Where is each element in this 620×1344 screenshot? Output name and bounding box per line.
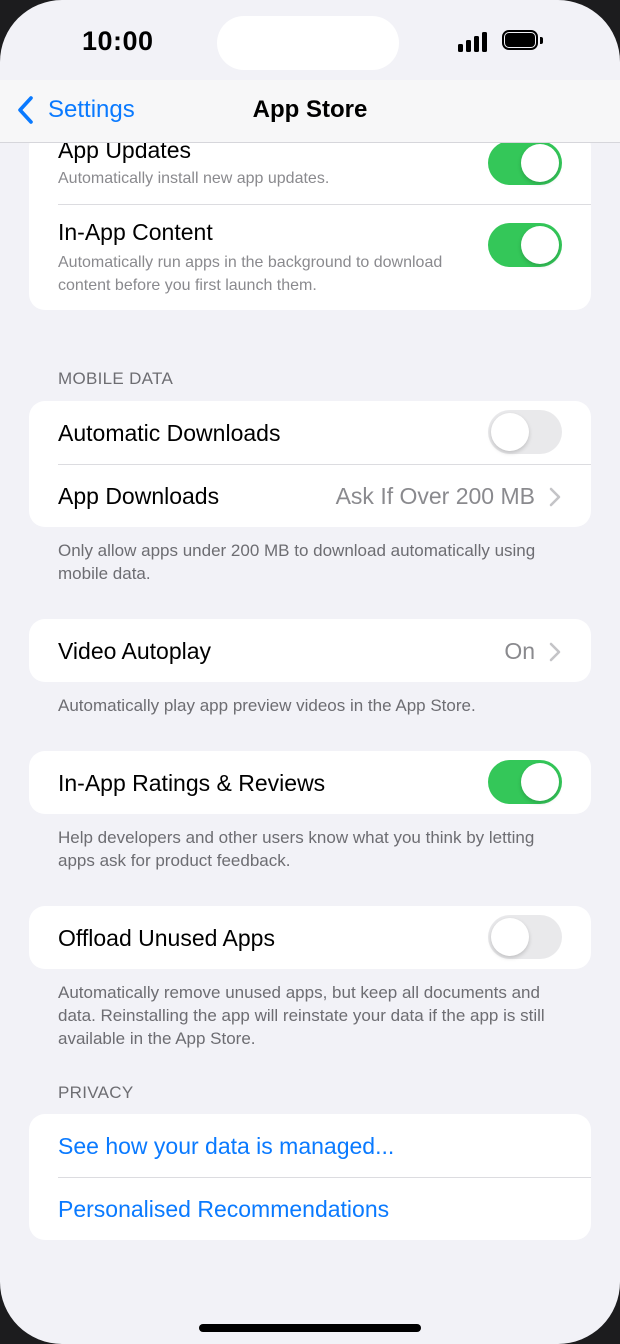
ratings-reviews-footer: Help developers and other users know wha… — [58, 828, 535, 870]
automatic-downloads-title: Automatic Downloads — [58, 420, 281, 446]
app-updates-row: App Updates Automatically install new ap… — [29, 143, 591, 193]
video-autoplay-row[interactable]: Video Autoplay On — [29, 619, 591, 682]
offload-footer: Automatically remove unused apps, but ke… — [58, 983, 545, 1048]
app-downloads-title: App Downloads — [58, 483, 220, 509]
video-autoplay-card: Video Autoplay On — [29, 619, 591, 682]
ratings-reviews-toggle[interactable] — [488, 760, 562, 804]
in-app-content-toggle[interactable] — [488, 223, 562, 267]
chevron-right-icon — [549, 487, 561, 507]
privacy-link-row[interactable]: See how your data is managed... — [29, 1114, 591, 1177]
video-autoplay-title: Video Autoplay — [58, 638, 212, 664]
page-title: App Store — [252, 96, 368, 123]
app-updates-toggle[interactable] — [488, 143, 562, 185]
mobile-data-card: Automatic Downloads App Downloads Ask If… — [29, 401, 591, 527]
ratings-reviews-card: In-App Ratings & Reviews — [29, 751, 591, 814]
automatic-downloads-card: App Updates Automatically install new ap… — [29, 143, 591, 310]
status-time: 10:00 — [82, 26, 154, 56]
chevron-right-icon — [549, 642, 561, 662]
offload-card: Offload Unused Apps — [29, 906, 591, 969]
automatic-downloads-row[interactable]: Automatic Downloads — [29, 401, 591, 464]
app-downloads-row[interactable]: App Downloads Ask If Over 200 MB — [29, 465, 591, 527]
mobile-data-footer: Only allow apps under 200 MB to download… — [58, 541, 536, 583]
personalised-recommendations-link[interactable]: Personalised Recommendations — [58, 1196, 389, 1223]
dynamic-island — [217, 16, 399, 70]
data-managed-link[interactable]: See how your data is managed... — [58, 1133, 394, 1160]
settings-list[interactable]: App Updates Automatically install new ap… — [0, 143, 620, 1344]
offload-toggle[interactable] — [488, 915, 562, 959]
in-app-content-row: In-App Content Automatically run apps in… — [29, 205, 591, 310]
offload-title: Offload Unused Apps — [58, 925, 275, 951]
app-updates-subtitle: Automatically install new app updates. — [58, 170, 330, 187]
privacy-header: PRIVACY — [58, 1083, 134, 1102]
home-indicator[interactable] — [199, 1324, 421, 1332]
mobile-data-header: MOBILE DATA — [58, 369, 174, 388]
ratings-reviews-title: In-App Ratings & Reviews — [58, 770, 326, 796]
in-app-content-subtitle: Automatically run apps in the background… — [58, 254, 443, 294]
automatic-downloads-toggle[interactable] — [488, 410, 562, 454]
ratings-reviews-row: In-App Ratings & Reviews — [29, 751, 591, 814]
privacy-link-row[interactable]: Personalised Recommendations — [29, 1178, 591, 1240]
in-app-content-title: In-App Content — [58, 219, 213, 245]
privacy-card: See how your data is managed... Personal… — [29, 1114, 591, 1240]
app-updates-title: App Updates — [58, 143, 191, 163]
video-autoplay-footer: Automatically play app preview videos in… — [58, 696, 476, 715]
app-downloads-value: Ask If Over 200 MB — [335, 483, 535, 509]
cellular-signal-icon — [458, 32, 492, 52]
navigation-bar: Settings App Store — [0, 80, 620, 143]
battery-icon — [502, 30, 546, 52]
video-autoplay-value: On — [504, 638, 535, 664]
offload-row: Offload Unused Apps — [29, 906, 591, 969]
phone-screen: 10:00 Settings App Store App Updates Aut… — [0, 0, 620, 1344]
